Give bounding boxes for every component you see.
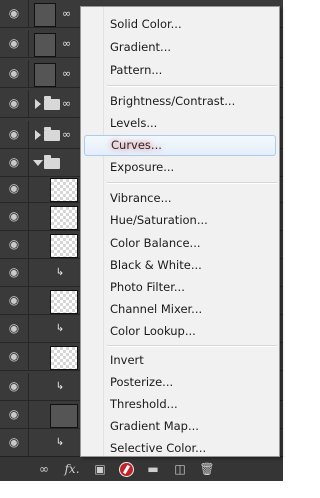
menu-item-selective-color[interactable]: Selective Color... (110, 438, 206, 458)
layer-thumbnail (50, 234, 78, 258)
adjustment-layer-icon[interactable] (116, 460, 136, 478)
layer-thumbnail (50, 290, 78, 314)
new-layer-icon[interactable]: ◫ (170, 460, 190, 478)
chain-link-icon: ∞ (62, 128, 72, 141)
collapse-arrow-icon[interactable] (33, 160, 43, 166)
adjustment-layer-menu: Solid Color... Gradient... Pattern... Br… (80, 6, 280, 457)
layer-thumbnail (50, 206, 78, 230)
clipping-arrow-icon: ↳ (55, 437, 65, 448)
visibility-eye-icon[interactable] (5, 36, 23, 50)
clipping-arrow-icon: ↳ (55, 381, 65, 392)
menu-item-channel-mixer[interactable]: Channel Mixer... (110, 299, 202, 319)
visibility-eye-icon[interactable] (5, 407, 23, 421)
chain-link-icon: ∞ (62, 37, 72, 50)
visibility-eye-icon[interactable] (5, 265, 23, 279)
menu-item-hue-saturation[interactable]: Hue/Saturation... (110, 210, 208, 230)
menu-item-brightness-contrast[interactable]: Brightness/Contrast... (110, 91, 235, 111)
chain-link-icon: ∞ (62, 97, 72, 110)
new-group-icon[interactable]: ▬ (143, 460, 163, 478)
layer-thumbnail (50, 404, 78, 428)
clipping-arrow-icon: ↳ (55, 267, 65, 278)
visibility-eye-icon[interactable] (5, 155, 23, 169)
expand-arrow-icon[interactable] (35, 99, 41, 109)
visibility-eye-icon[interactable] (5, 6, 23, 20)
visibility-eye-icon[interactable] (5, 181, 23, 195)
visibility-eye-icon[interactable] (5, 127, 23, 141)
menu-item-curves[interactable]: Curves... (84, 135, 276, 156)
menu-separator (107, 345, 277, 347)
menu-item-exposure[interactable]: Exposure... (110, 157, 174, 177)
menu-item-color-balance[interactable]: Color Balance... (110, 233, 201, 253)
folder-icon (44, 96, 60, 110)
layer-thumbnail (50, 178, 78, 202)
menu-item-pattern[interactable]: Pattern... (110, 60, 162, 80)
visibility-eye-icon[interactable] (5, 349, 23, 363)
fx-icon[interactable]: fx. (62, 460, 82, 478)
menu-item-levels[interactable]: Levels... (110, 113, 157, 133)
chain-link-icon: ∞ (62, 67, 72, 80)
delete-icon[interactable]: 🗑 (197, 460, 217, 478)
menu-item-photo-filter[interactable]: Photo Filter... (110, 277, 185, 297)
menu-item-solid-color[interactable]: Solid Color... (110, 14, 182, 34)
menu-item-vibrance[interactable]: Vibrance... (110, 188, 172, 208)
folder-icon (44, 155, 60, 169)
menu-separator (107, 182, 277, 184)
menu-item-invert[interactable]: Invert (110, 350, 144, 370)
layer-thumbnail (34, 63, 56, 87)
visibility-eye-icon[interactable] (5, 237, 23, 251)
add-mask-icon[interactable]: ▣ (90, 460, 110, 478)
menu-separator (107, 85, 277, 87)
folder-icon (44, 127, 60, 141)
chain-link-icon: ∞ (62, 7, 72, 20)
clipping-arrow-icon: ↳ (55, 323, 65, 334)
menu-item-black-white[interactable]: Black & White... (110, 255, 202, 275)
visibility-eye-icon[interactable] (5, 321, 23, 335)
menu-item-posterize[interactable]: Posterize... (110, 372, 173, 392)
menu-item-gradient[interactable]: Gradient... (110, 37, 171, 57)
visibility-eye-icon[interactable] (5, 209, 23, 223)
menu-item-label: Curves... (111, 138, 162, 152)
menu-item-threshold[interactable]: Threshold... (110, 394, 178, 414)
layer-thumbnail (50, 346, 78, 370)
layer-thumbnail (34, 33, 56, 57)
visibility-eye-icon[interactable] (5, 293, 23, 307)
visibility-eye-icon[interactable] (5, 435, 23, 449)
menu-item-color-lookup[interactable]: Color Lookup... (110, 321, 196, 341)
menu-item-gradient-map[interactable]: Gradient Map... (110, 416, 199, 436)
link-layers-icon[interactable]: ∞ (34, 460, 54, 478)
visibility-eye-icon[interactable] (5, 66, 23, 80)
visibility-eye-icon[interactable] (5, 379, 23, 393)
layer-thumbnail (34, 3, 56, 27)
layers-footer-toolbar: ∞ fx. ▣ ▬ ◫ 🗑 (0, 456, 283, 481)
visibility-eye-icon[interactable] (5, 96, 23, 110)
expand-arrow-icon[interactable] (35, 130, 41, 140)
